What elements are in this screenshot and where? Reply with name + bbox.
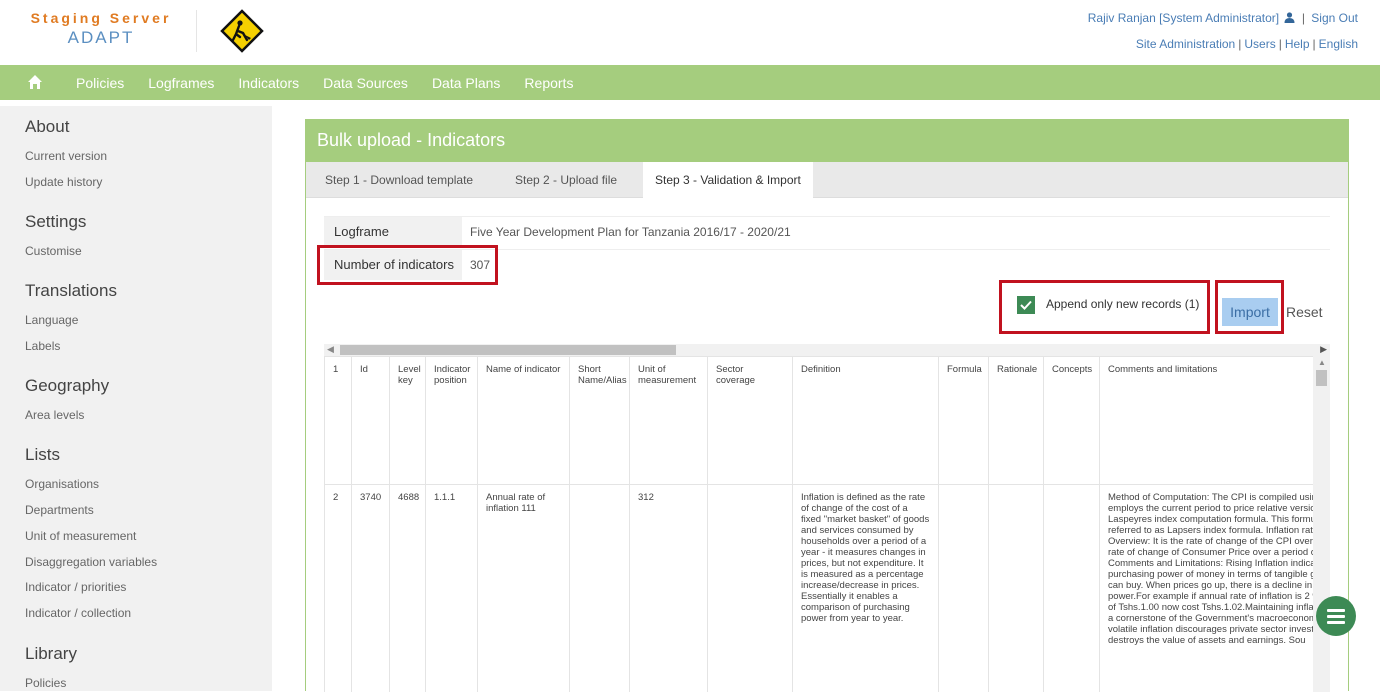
nav-policies[interactable]: Policies	[76, 75, 124, 91]
main-nav: Policies Logframes Indicators Data Sourc…	[0, 65, 1380, 100]
sign-out-link[interactable]: Sign Out	[1311, 11, 1358, 25]
sidebar-heading-library: Library	[25, 644, 77, 664]
sidebar-item-unit-of-measurement[interactable]: Unit of measurement	[25, 529, 136, 543]
table-cell[interactable]	[1044, 485, 1100, 692]
user-bar: Rajiv Ranjan [System Administrator] | Si…	[1088, 11, 1358, 25]
table-cell[interactable]: 3740	[352, 485, 390, 692]
logframe-label: Logframe	[324, 217, 462, 247]
table-cell[interactable]: Annual rate of inflation 111	[478, 485, 570, 692]
sidebar-item-library-policies[interactable]: Policies	[25, 676, 66, 690]
language-link[interactable]: English	[1319, 37, 1358, 51]
reset-button[interactable]: Reset	[1286, 298, 1326, 326]
admin-links: Site Administration|Users|Help|English	[1136, 37, 1358, 51]
tab-step3-validation-import[interactable]: Step 3 - Validation & Import	[643, 162, 813, 199]
nav-data-sources[interactable]: Data Sources	[323, 75, 408, 91]
sidebar-item-departments[interactable]: Departments	[25, 503, 94, 517]
warning-sign-logo	[220, 9, 264, 53]
sidebar-item-disaggregation-variables[interactable]: Disaggregation variables	[25, 555, 157, 569]
brand-line2: ADAPT	[26, 28, 176, 48]
col-header[interactable]: 1	[325, 357, 352, 485]
indicators-table: 1 Id Level key Indicator position Name o…	[324, 356, 1330, 692]
logframe-value: Five Year Development Plan for Tanzania …	[470, 225, 791, 239]
col-header[interactable]: Formula	[939, 357, 989, 485]
sidebar-heading-geography: Geography	[25, 376, 109, 396]
step-tabs: Step 1 - Download template Step 2 - Uplo…	[306, 162, 1348, 198]
user-name[interactable]: Rajiv Ranjan [System Administrator]	[1088, 11, 1279, 25]
tab-step1-download-template[interactable]: Step 1 - Download template	[313, 162, 485, 198]
table-cell[interactable]: Inflation is defined as the rate of chan…	[793, 485, 939, 692]
highlight-import-button	[1215, 280, 1284, 334]
nav-data-plans[interactable]: Data Plans	[432, 75, 500, 91]
col-header[interactable]: Definition	[793, 357, 939, 485]
table-header-row: 1 Id Level key Indicator position Name o…	[325, 357, 1331, 485]
bulk-upload-panel: Bulk upload - Indicators Step 1 - Downlo…	[305, 119, 1349, 691]
users-link[interactable]: Users	[1244, 37, 1275, 51]
sidebar-heading-translations: Translations	[25, 281, 117, 301]
sidebar-item-current-version[interactable]: Current version	[25, 149, 107, 163]
nav-reports[interactable]: Reports	[524, 75, 573, 91]
brand-divider	[196, 10, 197, 52]
sidebar: About Current version Update history Set…	[0, 106, 272, 691]
panel-header: Bulk upload - Indicators	[306, 120, 1348, 162]
table-cell[interactable]: 2	[325, 485, 352, 692]
table-cell[interactable]	[939, 485, 989, 692]
sidebar-item-customise[interactable]: Customise	[25, 244, 82, 258]
vertical-scrollbar[interactable]: ▲	[1313, 356, 1330, 692]
header: Staging Server ADAPT Rajiv Ranjan [Syste…	[0, 0, 1380, 60]
col-header[interactable]: Rationale	[989, 357, 1044, 485]
sidebar-item-language[interactable]: Language	[25, 313, 78, 327]
table-cell[interactable]: 4688	[390, 485, 426, 692]
sidebar-item-organisations[interactable]: Organisations	[25, 477, 99, 491]
site-administration-link[interactable]: Site Administration	[1136, 37, 1235, 51]
table-cell[interactable]: Method of Computation: The CPI is compil…	[1100, 485, 1331, 692]
table-cell[interactable]: 312	[630, 485, 708, 692]
sidebar-item-indicator-priorities[interactable]: Indicator / priorities	[25, 580, 126, 594]
highlight-indicator-count	[317, 245, 498, 285]
table-cell[interactable]	[570, 485, 630, 692]
horizontal-scroll-thumb[interactable]	[340, 345, 676, 355]
sidebar-item-update-history[interactable]: Update history	[25, 175, 102, 189]
horizontal-scrollbar[interactable]: ◀ ▶	[324, 344, 1330, 356]
table-cell[interactable]	[708, 485, 793, 692]
panel-title: Bulk upload - Indicators	[317, 130, 505, 151]
sidebar-heading-about: About	[25, 117, 69, 137]
table-cell[interactable]	[989, 485, 1044, 692]
brand[interactable]: Staging Server ADAPT	[26, 10, 176, 48]
menu-icon[interactable]	[1316, 596, 1356, 636]
nav-indicators[interactable]: Indicators	[238, 75, 299, 91]
home-icon[interactable]	[27, 74, 43, 90]
nav-logframes[interactable]: Logframes	[148, 75, 214, 91]
brand-line1: Staging Server	[26, 10, 176, 26]
col-header[interactable]: Concepts	[1044, 357, 1100, 485]
scroll-right-icon[interactable]: ▶	[1320, 344, 1327, 355]
sidebar-item-area-levels[interactable]: Area levels	[25, 408, 84, 422]
sidebar-item-indicator-collection[interactable]: Indicator / collection	[25, 606, 131, 620]
col-header[interactable]: Name of indicator	[478, 357, 570, 485]
help-link[interactable]: Help	[1285, 37, 1310, 51]
col-header[interactable]: Level key	[390, 357, 426, 485]
sidebar-heading-lists: Lists	[25, 445, 60, 465]
sidebar-heading-settings: Settings	[25, 212, 86, 232]
col-header[interactable]: Id	[352, 357, 390, 485]
validation-grid: ◀ ▶ 1 Id Level key Indicator position Na…	[324, 344, 1330, 692]
sidebar-item-labels[interactable]: Labels	[25, 339, 60, 353]
logframe-row: Logframe Five Year Development Plan for …	[324, 216, 1330, 246]
scroll-left-icon[interactable]: ◀	[327, 344, 334, 355]
table-cell[interactable]: 1.1.1	[426, 485, 478, 692]
vertical-scroll-thumb[interactable]	[1316, 370, 1327, 386]
col-header[interactable]: Comments and limitations	[1100, 357, 1331, 485]
user-icon	[1284, 12, 1295, 23]
col-header[interactable]: Sector coverage	[708, 357, 793, 485]
tab-step2-upload-file[interactable]: Step 2 - Upload file	[503, 162, 629, 198]
col-header[interactable]: Unit of measurement	[630, 357, 708, 485]
table-row: 2 3740 4688 1.1.1 Annual rate of inflati…	[325, 485, 1331, 692]
col-header[interactable]: Indicator position	[426, 357, 478, 485]
col-header[interactable]: Short Name/Alias	[570, 357, 630, 485]
highlight-append-option	[999, 280, 1210, 334]
scroll-up-icon[interactable]: ▲	[1318, 358, 1326, 367]
